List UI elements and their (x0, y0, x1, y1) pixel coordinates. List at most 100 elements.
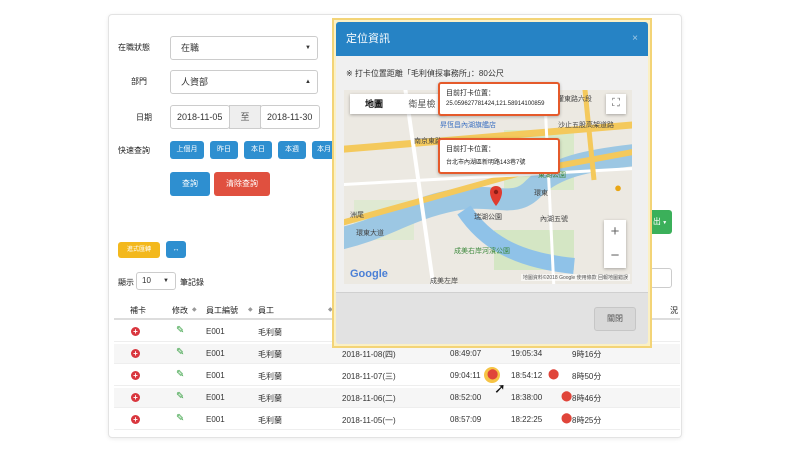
map-label: 環東 (534, 190, 548, 197)
export-label: 出 (652, 217, 661, 226)
employee-name-cell: 毛利蘭 (258, 328, 282, 337)
page-size-select[interactable]: 10 ▼ (136, 272, 176, 290)
add-reissue-icon[interactable]: + (131, 393, 140, 402)
table-row[interactable]: + ✎ E001 毛利蘭 2018-11-07(三) 09:04:11 ⬤ 18… (114, 366, 680, 386)
pegman-icon[interactable]: ● (614, 180, 622, 195)
employee-id-cell: E001 (206, 415, 225, 424)
map-view[interactable]: 昇恆昌內湖旗艦店 南京東路 沙止五股高架道路 環東大道 成美右岸河濱公園 成美左… (344, 90, 632, 284)
location-pin-icon[interactable]: ⬤ (548, 369, 559, 380)
sort-icon[interactable]: ◆ (248, 306, 253, 313)
quick-label: 快速查詢 (118, 146, 150, 155)
clock-out-cell: 18:38:00 (511, 393, 543, 402)
clock-out-cell: 18:54:12 (511, 371, 543, 380)
date-cell: 2018-11-05(一) (342, 416, 396, 425)
callout-title: 目前打卡位置： (446, 90, 495, 97)
map-label: 昇恆昌內湖旗艦店 (440, 122, 496, 129)
employee-id-cell: E001 (206, 393, 225, 402)
date-to-input[interactable]: 2018-11-30 (260, 105, 320, 129)
close-icon[interactable]: × (632, 22, 638, 56)
fullscreen-icon[interactable]: ⛶ (606, 94, 626, 114)
map-label: 成美右岸河濱公園 (454, 248, 510, 255)
col-edit: 修改 (172, 306, 188, 315)
map-type-control[interactable]: 地圖 衛星檢 (350, 94, 446, 114)
location-pin-icon[interactable]: ⬤ (561, 391, 572, 402)
clock-in-cell: 09:04:11 (450, 371, 481, 380)
location-pin-icon[interactable]: ⬤ (487, 369, 498, 380)
table-row[interactable]: + ✎ E001 毛利蘭 2018-11-06(二) 08:52:00 18:3… (114, 388, 680, 408)
quick-this-week-button[interactable]: 本週 (278, 141, 306, 159)
zoom-out-button[interactable]: − (604, 244, 626, 268)
add-reissue-icon[interactable]: + (131, 371, 140, 380)
date-cell: 2018-11-06(二) (342, 394, 396, 403)
map-type-map-tab[interactable]: 地圖 (350, 94, 398, 114)
status-value: 在職 (181, 43, 200, 53)
table-row[interactable]: + ✎ E001 毛利蘭 2018-11-05(一) 08:57:09 18:2… (114, 410, 680, 430)
col-employee-id: 員工編號 (206, 306, 238, 315)
employee-id-cell: E001 (206, 327, 225, 336)
chevron-down-icon: ▼ (163, 278, 169, 284)
map-attribution: 地圖資料©2018 Google 使用條款 回報地圖錯誤 (520, 274, 630, 281)
clock-in-cell: 08:49:07 (450, 349, 482, 358)
google-logo: Google (350, 268, 388, 280)
dept-label: 部門 (131, 77, 147, 86)
modal-header: 定位資訊 × (336, 22, 648, 56)
expand-icon[interactable]: ↔ (166, 241, 186, 258)
show-label: 顯示 (118, 278, 134, 287)
zoom-in-button[interactable]: + (604, 220, 626, 244)
add-reissue-icon[interactable]: + (131, 327, 140, 336)
dept-value: 人資部 (181, 77, 209, 87)
date-from-input[interactable]: 2018-11-05 (170, 105, 230, 129)
map-label: 環東大道 (356, 230, 384, 237)
col-reissue: 補卡 (130, 306, 146, 315)
hours-cell: 8時50分 (572, 372, 602, 381)
add-reissue-icon[interactable]: + (131, 349, 140, 358)
hours-cell: 9時16分 (572, 350, 602, 359)
table-search-input[interactable] (650, 268, 672, 288)
distance-note: ※ 打卡位置距離「毛利偵探事務所」：80公尺 (346, 69, 504, 78)
date-cell: 2018-11-08(四) (342, 350, 396, 359)
search-button[interactable]: 查詢 (170, 172, 210, 196)
chevron-up-icon: ▲ (305, 79, 311, 85)
sort-icon[interactable]: ◆ (192, 306, 197, 313)
clock-in-cell: 08:57:09 (450, 415, 482, 424)
clear-search-button[interactable]: 清除查詢 (214, 172, 270, 196)
quick-today-button[interactable]: 本日 (244, 141, 272, 159)
status-label: 在職狀態 (118, 43, 150, 52)
status-select[interactable]: 在職 ▼ (170, 36, 318, 60)
date-separator: 至 (229, 105, 261, 129)
pencil-icon[interactable]: ✎ (176, 325, 184, 336)
advanced-search-button[interactable]: 進式匯轉 (118, 242, 160, 258)
pencil-icon[interactable]: ✎ (176, 413, 184, 424)
hours-cell: 8時46分 (572, 394, 602, 403)
map-label: 成美左岸 (430, 278, 458, 284)
employee-name-cell: 毛利蘭 (258, 394, 282, 403)
coordinates-callout: 目前打卡位置： 25.059627781424,121.58914100859 (438, 82, 560, 116)
pencil-icon[interactable]: ✎ (176, 391, 184, 402)
clock-in-cell: 08:52:00 (450, 393, 482, 402)
employee-id-cell: E001 (206, 349, 225, 358)
col-status: 況 (670, 306, 678, 315)
callout-coordinates: 25.059627781424,121.58914100859 (446, 101, 545, 107)
dept-select[interactable]: 人資部 ▲ (170, 70, 318, 94)
page-size-value: 10 (142, 276, 151, 285)
location-pin-icon[interactable]: ⬤ (561, 413, 572, 424)
hours-cell: 8時25分 (572, 416, 602, 425)
chevron-down-icon: ▼ (305, 45, 311, 51)
pencil-icon[interactable]: ✎ (176, 347, 184, 358)
date-cell: 2018-11-07(三) (342, 372, 396, 381)
add-reissue-icon[interactable]: + (131, 415, 140, 424)
zoom-control[interactable]: + − (604, 220, 626, 268)
clock-out-cell: 18:22:25 (511, 415, 543, 424)
callout-address: 台北市內湖區新明路143巷7號 (446, 160, 526, 166)
pencil-icon[interactable]: ✎ (176, 369, 184, 380)
col-employee: 員工 (258, 306, 274, 315)
close-button[interactable]: 關閉 (594, 307, 636, 331)
mouse-cursor-icon: ➚ (494, 380, 506, 396)
quick-last-month-button[interactable]: 上個月 (170, 141, 204, 159)
caret-down-icon: ▼ (660, 220, 668, 226)
address-callout: 目前打卡位置： 台北市內湖區新明路143巷7號 (438, 138, 560, 174)
quick-yesterday-button[interactable]: 昨日 (210, 141, 238, 159)
employee-name-cell: 毛利蘭 (258, 372, 282, 381)
employee-name-cell: 毛利蘭 (258, 416, 282, 425)
employee-id-cell: E001 (206, 371, 225, 380)
